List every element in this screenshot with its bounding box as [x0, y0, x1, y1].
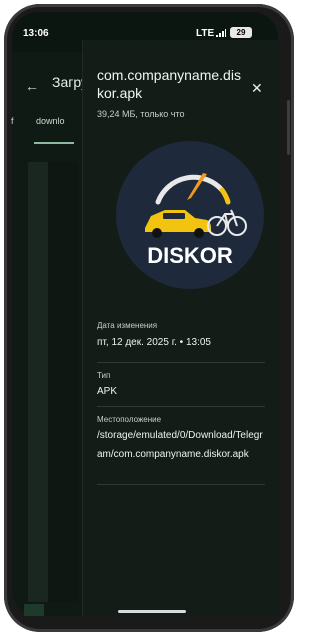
tab-indicator	[34, 142, 74, 144]
file-meta: 39,24 МБ, только что	[97, 109, 185, 119]
network-type: LTE	[196, 28, 215, 39]
app-logo-text: DISKOR	[147, 243, 233, 268]
type-value: APK	[97, 386, 118, 397]
close-icon[interactable]: ✕	[251, 81, 263, 95]
divider	[97, 484, 265, 485]
app-icon: DISKOR	[115, 140, 265, 290]
status-time: 13:06	[23, 28, 49, 39]
background-fab[interactable]	[24, 604, 44, 616]
type-label: Тип	[97, 371, 111, 380]
back-arrow-icon[interactable]: ←	[25, 78, 39, 94]
file-name: com.companyname.diskor.apk	[97, 67, 241, 101]
tab-downloads[interactable]: downlo	[36, 116, 65, 126]
divider	[97, 362, 265, 363]
location-value[interactable]: /storage/emulated/0/Download/Telegram/co…	[97, 426, 265, 464]
home-indicator[interactable]	[118, 610, 186, 613]
battery-icon: 29	[230, 27, 252, 38]
scrollbar[interactable]	[287, 100, 290, 155]
divider	[97, 406, 265, 407]
location-label: Местоположение	[97, 415, 162, 424]
modified-label: Дата изменения	[97, 321, 158, 330]
signal-icon	[216, 29, 226, 37]
modified-value: пт, 12 дек. 2025 г. • 13:05	[97, 337, 211, 348]
background-panel-dark	[48, 162, 78, 602]
status-bar: 13:06 LTE 29	[0, 0, 266, 40]
tab-partial[interactable]: f	[11, 116, 14, 126]
